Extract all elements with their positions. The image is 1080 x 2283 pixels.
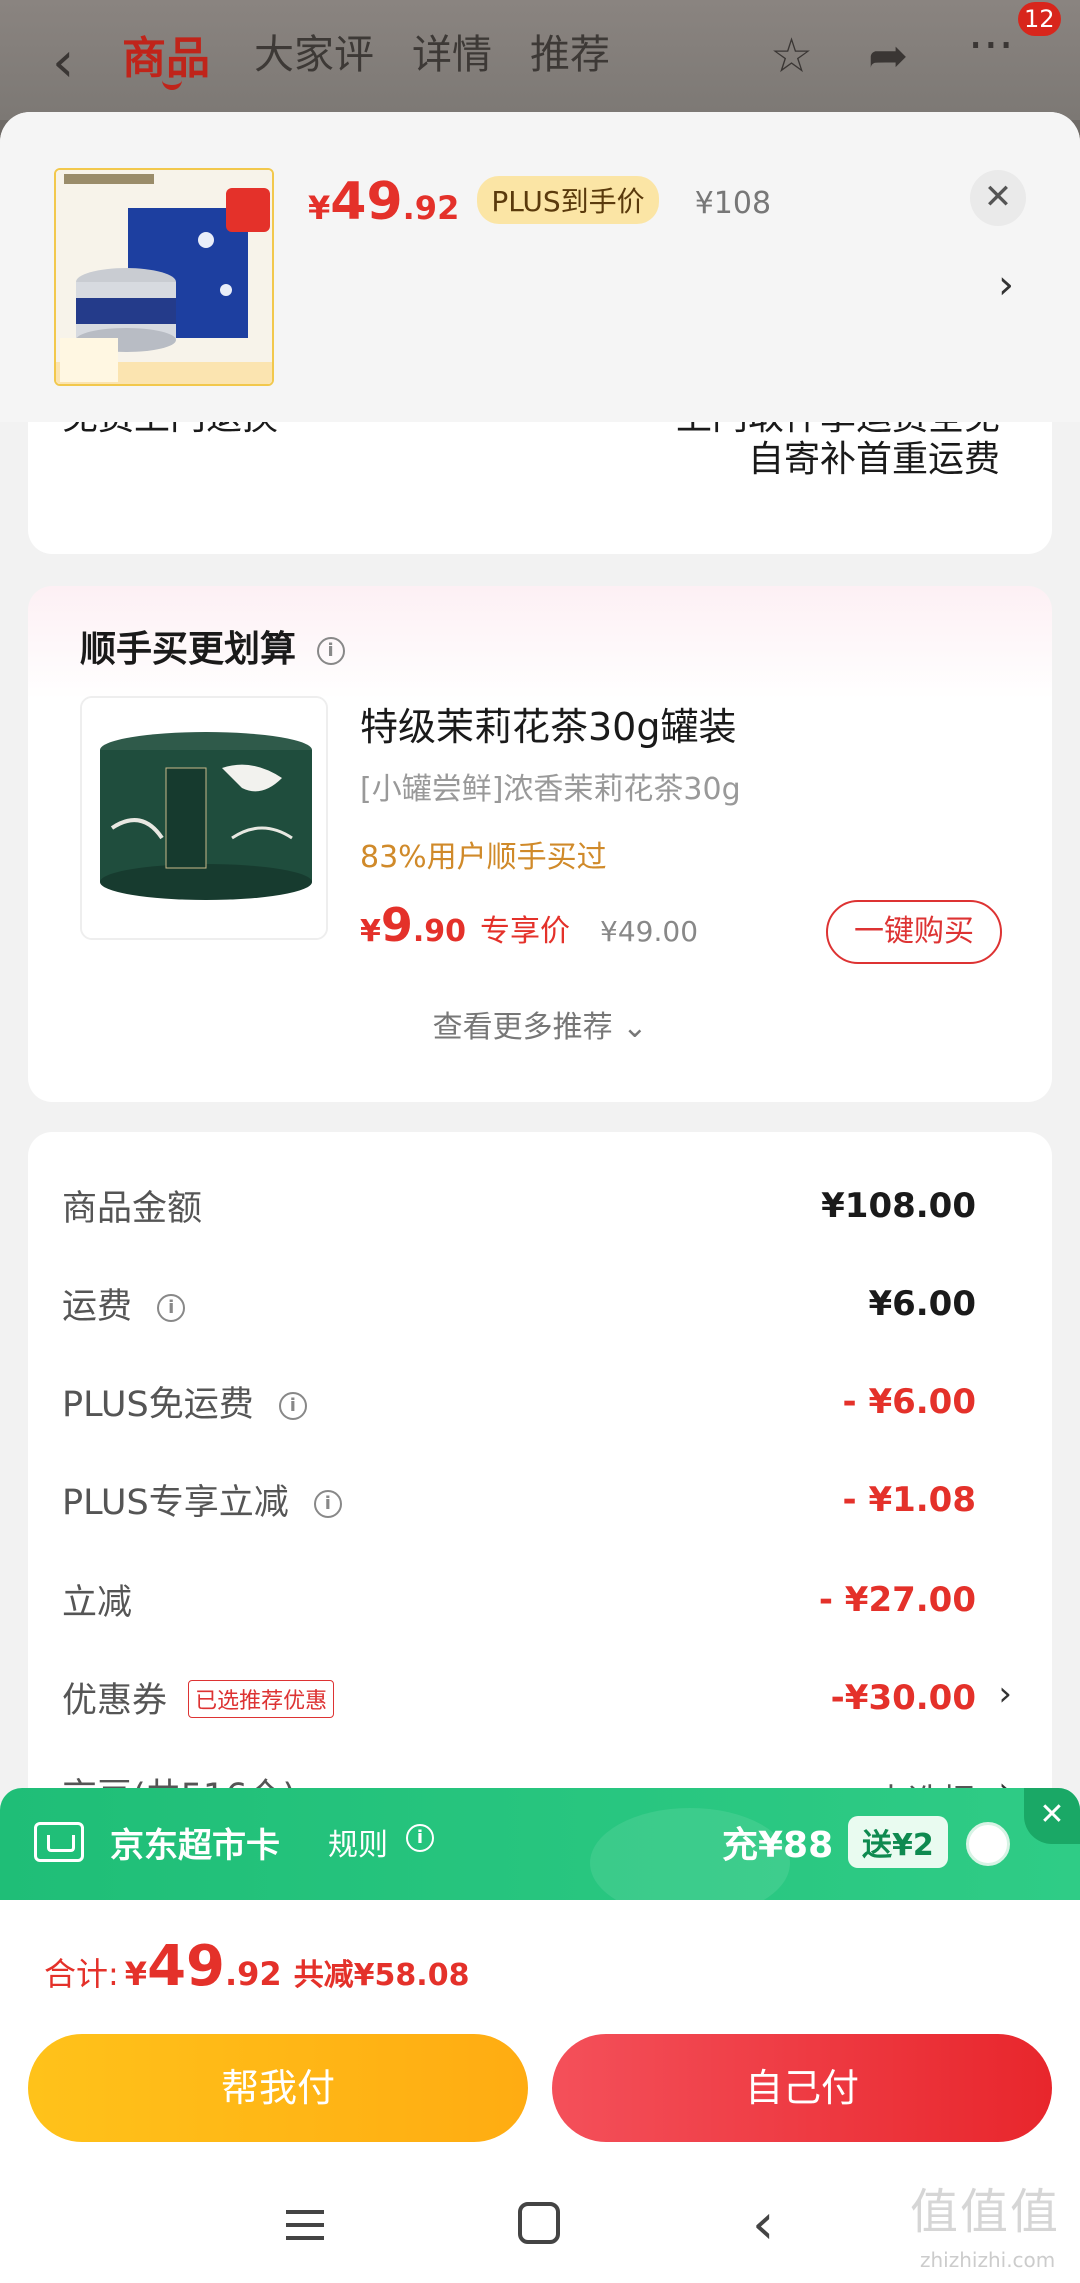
total-saved: 共减¥58.08 — [293, 1958, 470, 1993]
banner-rule-link[interactable]: 规则 — [328, 1820, 388, 1864]
tab-product-label: 商品 — [122, 33, 210, 84]
back-icon[interactable]: ‹ — [752, 2192, 774, 2257]
info-icon[interactable]: i — [316, 637, 345, 665]
star-icon[interactable]: ☆ — [770, 28, 813, 84]
summary-row-plus-free-shipping: PLUS免运费 i - ¥6.00 — [28, 1376, 1052, 1436]
summary-label-text: PLUS专享立减 — [62, 1483, 289, 1523]
tab-product[interactable]: 商品 — [122, 22, 210, 90]
exclusive-price-label: 专享价 — [480, 914, 571, 949]
price-summary-card: 商品金额 ¥108.00 运费 i ¥6.00 PLUS免运费 i - ¥6.0… — [28, 1132, 1052, 1892]
chevron-right-icon[interactable]: › — [998, 1674, 1012, 1714]
plus-price-tag: PLUS到手价 — [477, 176, 659, 224]
back-arrow-icon[interactable]: ‹ — [52, 30, 74, 95]
summary-value: - ¥1.08 — [842, 1480, 977, 1520]
summary-row-goods-amount: 商品金额 ¥108.00 — [28, 1180, 1052, 1240]
summary-label-text: PLUS免运费 — [62, 1385, 254, 1425]
watermark-url: zhizhizhi.com — [920, 2248, 1056, 2272]
product-summary-header: ¥ 49 .92 PLUS到手价 ¥108 ✕ › — [0, 112, 1080, 422]
message-count-badge: 12 — [1018, 2, 1061, 36]
supermarket-card-banner: 京东超市卡 规则 i 充¥88 送¥2 ✕ — [0, 1788, 1080, 1900]
recommend-original-price: ¥49.00 — [600, 915, 699, 948]
info-icon[interactable]: i — [157, 1294, 186, 1322]
tab-details[interactable]: 详情 — [412, 22, 492, 80]
info-icon[interactable]: i — [313, 1490, 342, 1518]
close-icon[interactable]: ✕ — [1024, 1788, 1080, 1844]
summary-value: - ¥27.00 — [818, 1580, 976, 1620]
price-decimal: .90 — [412, 914, 467, 949]
summary-row-plus-discount: PLUS专享立减 i - ¥1.08 — [28, 1474, 1052, 1534]
close-icon[interactable]: ✕ — [970, 170, 1026, 226]
total-currency: ¥ — [124, 1955, 148, 1993]
recommend-buyers-stat: 83%用户顺手买过 — [360, 840, 607, 875]
summary-label-text: 优惠券 — [62, 1681, 168, 1721]
more-icon[interactable]: ··· — [968, 18, 1014, 74]
summary-label: 立减 — [62, 1583, 133, 1623]
banner-title: 京东超市卡 — [110, 1826, 280, 1866]
summary-row-shipping: 运费 i ¥6.00 — [28, 1278, 1052, 1338]
home-icon[interactable] — [518, 2202, 560, 2244]
info-icon[interactable]: i — [406, 1824, 434, 1852]
recommend-title: 顺手买更划算 i — [80, 620, 345, 672]
return-service-card: 免费上门退换 i 上门取件享运费全免 自寄补首重运费 — [28, 394, 1052, 554]
recommend-title-text: 顺手买更划算 — [80, 629, 297, 670]
banner-select-radio[interactable] — [966, 1822, 1010, 1866]
price-integer: 9 — [380, 898, 413, 952]
summary-label-text: 运费 — [62, 1287, 133, 1327]
payment-bar: 合计: ¥ 49 .92 共减¥58.08 帮我付 自己付 ‹ 值值值 zhiz… — [0, 1900, 1080, 2283]
recommend-price: ¥ 9 .90 专享价 ¥49.00 — [360, 898, 698, 952]
tea-can-image — [82, 698, 326, 938]
order-total: 合计: ¥ 49 .92 共减¥58.08 — [44, 1934, 469, 1999]
summary-row-coupon[interactable]: 优惠券 已选推荐优惠 -¥30.00 › — [28, 1672, 1052, 1732]
tab-active-indicator — [162, 80, 182, 90]
product-price: ¥ 49 .92 PLUS到手价 ¥108 — [308, 172, 771, 232]
original-price: ¥108 — [694, 186, 772, 221]
self-pay-button[interactable]: 自己付 — [552, 2034, 1052, 2142]
summary-label: PLUS免运费 i — [62, 1376, 307, 1427]
menu-icon[interactable] — [286, 2210, 324, 2240]
summary-value: ¥6.00 — [868, 1284, 976, 1324]
total-integer: 49 — [147, 1934, 225, 1999]
help-me-pay-button[interactable]: 帮我付 — [28, 2034, 528, 2142]
recommend-product-name[interactable]: 特级茉莉花茶30g罐装 — [360, 696, 736, 751]
price-currency: ¥ — [360, 914, 381, 949]
recommend-product-desc: [小罐尝鲜]浓香茉莉花茶30g — [360, 772, 741, 807]
recommend-product-image[interactable] — [80, 696, 328, 940]
background-product-header: ‹ 商品 大家评 详情 推荐 ☆ ➦ ··· 12 — [0, 0, 1080, 120]
banner-gift-tag: 送¥2 — [848, 1816, 948, 1868]
one-click-buy-button[interactable]: 一键购买 — [826, 900, 1002, 964]
total-decimal: .92 — [225, 1955, 282, 1993]
summary-label: 商品金额 — [62, 1189, 203, 1229]
recommend-card: 顺手买更划算 i 特级茉莉花茶30g罐装 [小罐尝鲜]浓香茉莉花茶30g 83%… — [28, 586, 1052, 1102]
summary-row-instant-discount: 立减 - ¥27.00 — [28, 1574, 1052, 1634]
tab-recommend[interactable]: 推荐 — [530, 22, 610, 80]
info-icon[interactable]: i — [278, 1392, 307, 1420]
summary-label: 优惠券 已选推荐优惠 — [62, 1672, 335, 1723]
summary-value: - ¥6.00 — [842, 1382, 977, 1422]
summary-value: ¥108.00 — [821, 1186, 976, 1226]
product-thumbnail[interactable] — [54, 168, 274, 386]
summary-value: -¥30.00 — [830, 1678, 976, 1718]
tab-reviews[interactable]: 大家评 — [254, 22, 374, 80]
chevron-right-icon[interactable]: › — [998, 262, 1014, 308]
checkout-sheet: 免费上门退换 i 上门取件享运费全免 自寄补首重运费 — [0, 112, 1080, 2283]
coupon-selected-tag: 已选推荐优惠 — [188, 1680, 335, 1718]
price-integer: 49 — [330, 172, 403, 232]
card-icon — [34, 1822, 84, 1862]
watermark-logo: 值值值 — [910, 2184, 1061, 2240]
share-icon[interactable]: ➦ — [868, 28, 908, 84]
self-send-desc: 自寄补首重运费 — [747, 439, 1000, 480]
summary-label: 运费 i — [62, 1278, 186, 1329]
price-decimal: .92 — [402, 189, 460, 227]
see-more-recommend-link[interactable]: 查看更多推荐 ⌄ — [28, 1002, 1052, 1046]
price-currency: ¥ — [308, 189, 331, 227]
summary-label: PLUS专享立减 i — [62, 1474, 342, 1525]
total-label: 合计: — [44, 1955, 119, 1993]
tea-gift-box-image — [56, 170, 272, 384]
banner-charge-amount: 充¥88 — [722, 1825, 834, 1866]
